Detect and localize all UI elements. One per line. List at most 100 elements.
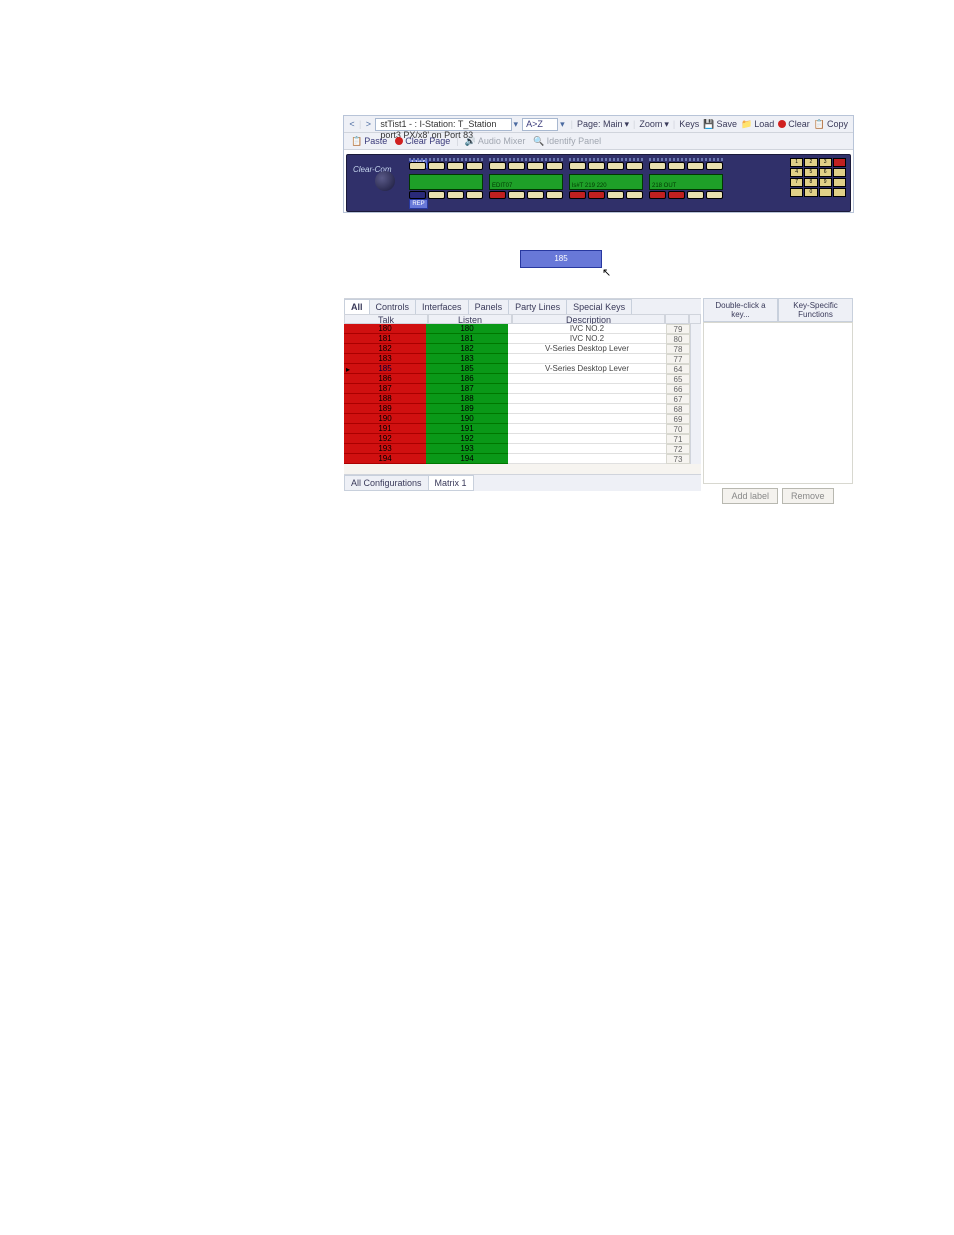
key[interactable] xyxy=(569,191,586,199)
sbtn[interactable] xyxy=(833,158,846,167)
key[interactable] xyxy=(626,191,643,199)
sbtn[interactable]: 7 xyxy=(790,178,803,187)
talk-cell[interactable]: 189 xyxy=(344,404,426,414)
sbtn[interactable] xyxy=(833,188,846,197)
scroll-gutter[interactable] xyxy=(690,374,701,384)
paste-btn[interactable]: 📋Paste xyxy=(351,136,387,147)
tab-all[interactable]: All xyxy=(344,299,370,314)
remove-button[interactable]: Remove xyxy=(782,488,834,504)
key[interactable] xyxy=(607,191,624,199)
scroll-gutter[interactable] xyxy=(690,444,701,454)
sbtn[interactable]: 3 xyxy=(819,158,832,167)
listen-cell[interactable]: 189 xyxy=(426,404,508,414)
table-row[interactable]: 18618665 xyxy=(344,374,701,384)
tab-partylines[interactable]: Party Lines xyxy=(508,299,567,314)
data-grid[interactable]: 180180IVC NO.279181181IVC NO.280182182V-… xyxy=(344,324,701,474)
talk-cell[interactable]: 190 xyxy=(344,414,426,424)
sbtn[interactable] xyxy=(833,178,846,187)
sbtn[interactable]: 9 xyxy=(819,178,832,187)
key[interactable] xyxy=(668,191,685,199)
clear-btn[interactable]: Clear xyxy=(778,119,810,129)
listen-cell[interactable]: 186 xyxy=(426,374,508,384)
table-row[interactable]: 19319372 xyxy=(344,444,701,454)
table-row[interactable]: 18918968 xyxy=(344,404,701,414)
key[interactable] xyxy=(649,162,666,170)
talk-cell[interactable]: 188 xyxy=(344,394,426,404)
key[interactable] xyxy=(626,162,643,170)
key[interactable] xyxy=(489,162,506,170)
sbtn[interactable]: 8 xyxy=(804,178,817,187)
scroll-gutter[interactable] xyxy=(690,324,701,334)
talk-cell[interactable]: 180 xyxy=(344,324,426,334)
page-menu[interactable]: Page: Main ▾ xyxy=(577,119,629,130)
key[interactable] xyxy=(546,162,563,170)
clearpage-btn[interactable]: Clear Page xyxy=(395,136,450,146)
sbtn[interactable] xyxy=(833,168,846,177)
key[interactable] xyxy=(546,191,563,199)
key[interactable] xyxy=(687,162,704,170)
table-row[interactable]: 19419473 xyxy=(344,454,701,464)
listen-cell[interactable]: 187 xyxy=(426,384,508,394)
key[interactable] xyxy=(466,191,483,199)
key[interactable] xyxy=(508,162,525,170)
sbtn[interactable]: 1 xyxy=(790,158,803,167)
key[interactable] xyxy=(668,162,685,170)
talk-cell[interactable]: 182 xyxy=(344,344,426,354)
col-listen[interactable]: Listen xyxy=(428,314,512,324)
tab-interfaces[interactable]: Interfaces xyxy=(415,299,469,314)
table-row[interactable]: 19019069 xyxy=(344,414,701,424)
key[interactable] xyxy=(607,162,624,170)
scroll-gutter[interactable] xyxy=(690,424,701,434)
key[interactable] xyxy=(706,162,723,170)
tab-controls[interactable]: Controls xyxy=(369,299,417,314)
scroll-gutter[interactable] xyxy=(690,404,701,414)
sbtn[interactable]: 4 xyxy=(790,168,803,177)
listen-cell[interactable]: 181 xyxy=(426,334,508,344)
col-desc[interactable]: Description xyxy=(512,314,665,324)
sbtn[interactable] xyxy=(819,188,832,197)
az-dropdown-icon[interactable]: ▾ xyxy=(560,119,565,130)
key[interactable] xyxy=(706,191,723,199)
table-row[interactable]: 180180IVC NO.279 xyxy=(344,324,701,334)
talk-cell[interactable]: 181 xyxy=(344,334,426,344)
listen-cell[interactable]: 182 xyxy=(426,344,508,354)
talk-cell[interactable]: 194 xyxy=(344,454,426,464)
key[interactable] xyxy=(649,191,666,199)
key[interactable] xyxy=(527,191,544,199)
table-row[interactable]: 19219271 xyxy=(344,434,701,444)
btab-matrix1[interactable]: Matrix 1 xyxy=(428,475,474,491)
table-row[interactable]: 185185V-Series Desktop Lever64 xyxy=(344,364,701,374)
listen-cell[interactable]: 193 xyxy=(426,444,508,454)
key-185-button[interactable]: 185 xyxy=(520,250,602,268)
key[interactable] xyxy=(569,162,586,170)
sbtn[interactable]: 5 xyxy=(804,168,817,177)
talk-cell[interactable]: 183 xyxy=(344,354,426,364)
tab-specialkeys[interactable]: Special Keys xyxy=(566,299,632,314)
key[interactable] xyxy=(409,191,426,199)
keys-btn[interactable]: Keys xyxy=(679,119,699,129)
talk-cell[interactable]: 192 xyxy=(344,434,426,444)
copy-btn[interactable]: 📋Copy xyxy=(814,119,848,130)
sbtn[interactable] xyxy=(790,188,803,197)
key[interactable] xyxy=(508,191,525,199)
scroll-gutter[interactable] xyxy=(690,454,701,464)
key[interactable] xyxy=(527,162,544,170)
sbtn[interactable]: 0 xyxy=(804,188,817,197)
scroll-gutter[interactable] xyxy=(690,354,701,364)
scroll-gutter[interactable] xyxy=(690,394,701,404)
key[interactable] xyxy=(428,162,445,170)
scroll-gutter[interactable] xyxy=(690,414,701,424)
listen-cell[interactable]: 192 xyxy=(426,434,508,444)
add-label-button[interactable]: Add label xyxy=(722,488,778,504)
load-btn[interactable]: 📁Load xyxy=(741,119,774,130)
key[interactable] xyxy=(409,162,426,170)
col-talk[interactable]: Talk xyxy=(344,314,428,324)
btab-allconfig[interactable]: All Configurations xyxy=(344,475,429,491)
key[interactable] xyxy=(489,191,506,199)
table-row[interactable]: 18718766 xyxy=(344,384,701,394)
tab-panels[interactable]: Panels xyxy=(468,299,510,314)
zoom-menu[interactable]: Zoom ▾ xyxy=(639,119,669,130)
az-sort-button[interactable]: A>Z xyxy=(522,118,558,131)
scroll-gutter[interactable] xyxy=(690,344,701,354)
key[interactable] xyxy=(687,191,704,199)
